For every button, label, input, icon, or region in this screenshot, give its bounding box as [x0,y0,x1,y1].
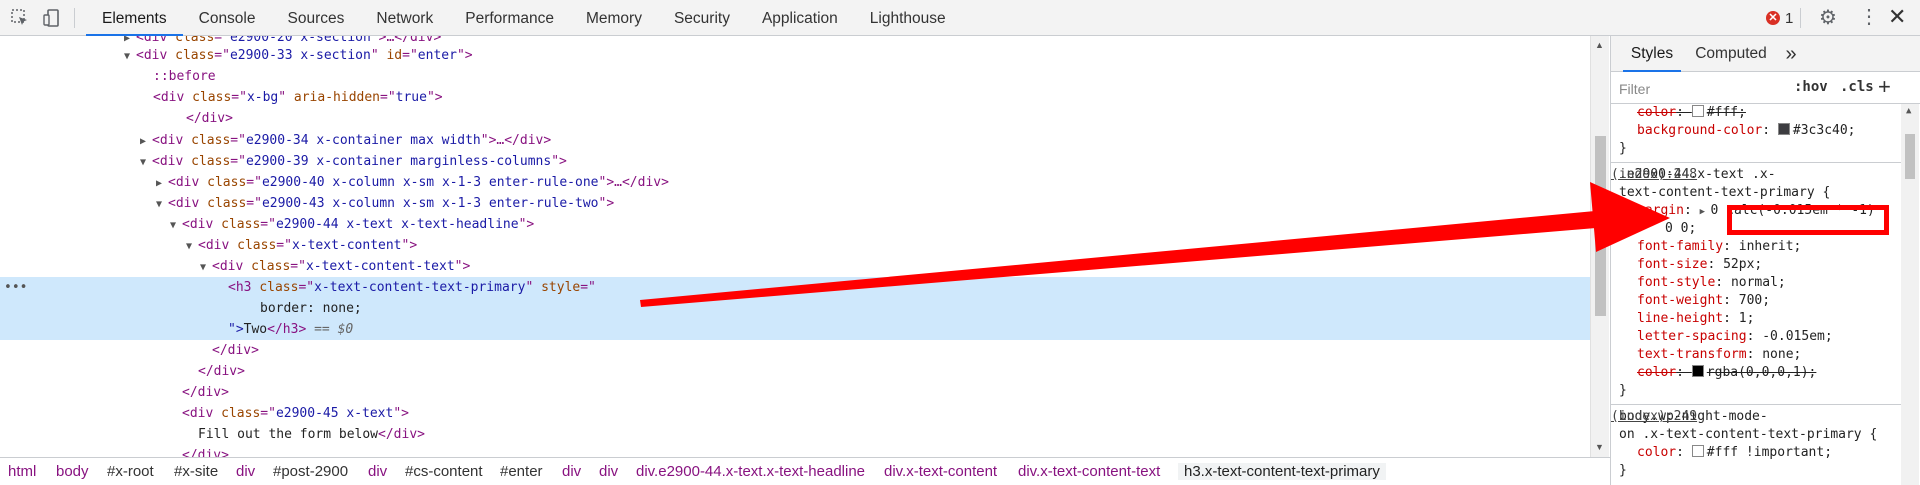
annotation-arrow-icon [640,182,1670,307]
